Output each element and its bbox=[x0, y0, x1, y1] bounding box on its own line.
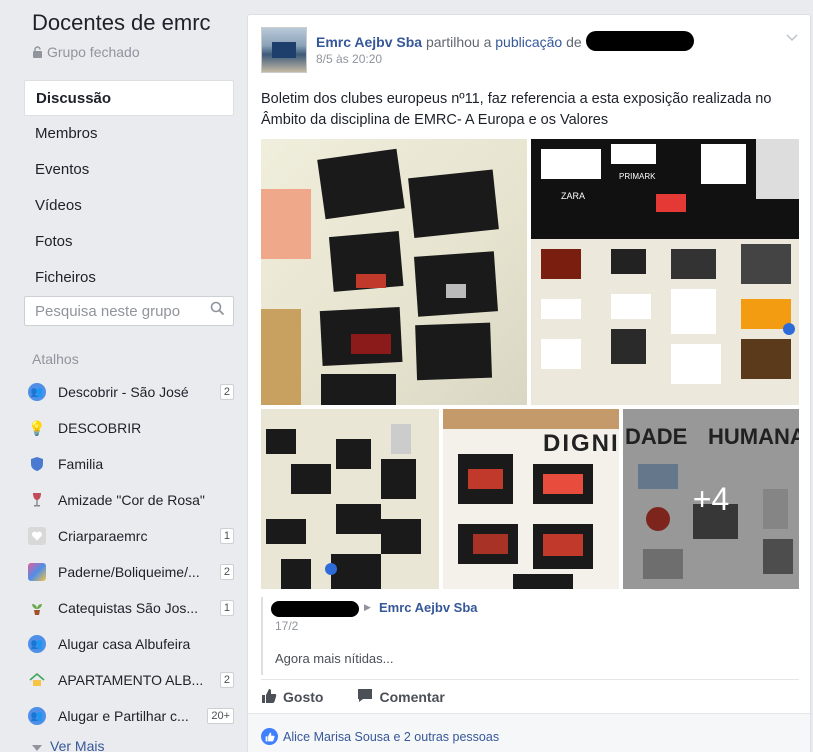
shortcut-label: APARTAMENTO ALB... bbox=[58, 672, 204, 688]
shared-author-name[interactable]: Emrc Aejbv Sba bbox=[379, 600, 478, 615]
post-photo[interactable] bbox=[261, 139, 527, 405]
thumbs-up-icon bbox=[261, 688, 277, 707]
shortcut-item[interactable]: 👥 Alugar casa Albufeira bbox=[24, 626, 234, 662]
post-header: Emrc Aejbv Sba partilhou a publicação de bbox=[316, 31, 694, 51]
photo-grid: PRIMARK ZARA DIGNI DADE HUMANA +4 bbox=[261, 139, 799, 589]
group-sidebar: Docentes de emrc Grupo fechado Discussão… bbox=[0, 0, 245, 752]
shortcut-item[interactable]: Amizade "Cor de Rosa" bbox=[24, 482, 234, 518]
see-more-label: Ver Mais bbox=[50, 738, 105, 752]
shortcut-label: Amizade "Cor de Rosa" bbox=[58, 492, 205, 508]
like-button[interactable]: Gosto bbox=[261, 687, 323, 707]
post-options-chevron-icon[interactable] bbox=[786, 29, 798, 47]
author-name[interactable]: Emrc Aejbv Sba bbox=[316, 34, 422, 50]
shortcuts-title: Atalhos bbox=[32, 351, 79, 367]
lightbulb-icon: 💡 bbox=[28, 419, 46, 436]
group-nav: Discussão Membros Eventos Vídeos Fotos F… bbox=[24, 80, 234, 296]
shortcut-label: Catequistas São Jos... bbox=[58, 600, 199, 616]
shortcut-item[interactable]: Catequistas São Jos... 1 bbox=[24, 590, 234, 626]
nav-item-discussion[interactable]: Discussão bbox=[24, 80, 234, 116]
shortcut-label: Descobrir - São José bbox=[58, 384, 189, 400]
search-input[interactable] bbox=[35, 302, 200, 320]
post-timestamp[interactable]: 8/5 às 20:20 bbox=[316, 52, 382, 66]
group-search bbox=[24, 296, 234, 326]
shortcut-badge: 1 bbox=[219, 600, 234, 616]
shortcut-badge: 2 bbox=[219, 384, 234, 400]
post-card: Emrc Aejbv Sba partilhou a publicação de… bbox=[247, 14, 811, 752]
more-photos-overlay[interactable]: +4 bbox=[623, 409, 799, 589]
shortcut-label: Alugar casa Albufeira bbox=[58, 636, 191, 652]
nav-item-videos[interactable]: Vídeos bbox=[24, 188, 234, 224]
post-photo[interactable]: DADE HUMANA +4 bbox=[623, 409, 799, 589]
shortcut-badge: 2 bbox=[219, 564, 234, 580]
nav-item-events[interactable]: Eventos bbox=[24, 152, 234, 188]
comment-button[interactable]: Comentar bbox=[357, 687, 445, 707]
wine-icon bbox=[28, 491, 46, 509]
post-footer: Alice Marisa Sousa e 2 outras pessoas bbox=[248, 713, 810, 752]
house-icon bbox=[28, 671, 46, 689]
shortcut-item[interactable]: APARTAMENTO ALB... 2 bbox=[24, 662, 234, 698]
shortcut-item[interactable]: Paderne/Boliqueime/... 2 bbox=[24, 554, 234, 590]
group-icon: 👥 bbox=[28, 635, 46, 653]
shield-icon bbox=[28, 455, 46, 473]
shortcut-badge: 1 bbox=[219, 528, 234, 544]
chevron-down-icon bbox=[32, 738, 42, 752]
shortcut-label: Alugar e Partilhar c... bbox=[58, 708, 189, 724]
publication-link[interactable]: publicação bbox=[495, 34, 562, 50]
photo-brand-zara: ZARA bbox=[561, 191, 585, 201]
author-avatar[interactable] bbox=[261, 27, 307, 73]
heart-icon bbox=[28, 527, 46, 545]
nav-item-members[interactable]: Membros bbox=[24, 116, 234, 152]
post-text: Boletim dos clubes europeus nº11, faz re… bbox=[261, 91, 772, 128]
shortcut-item[interactable]: 💡 DESCOBRIR bbox=[24, 410, 234, 446]
photo-word-digni: DIGNI bbox=[543, 430, 619, 457]
post-photo[interactable]: PRIMARK ZARA bbox=[531, 139, 799, 405]
redacted-name bbox=[585, 31, 694, 51]
nav-item-files[interactable]: Ficheiros bbox=[24, 260, 234, 296]
divider bbox=[261, 679, 799, 680]
shortcut-label: Criarparaemrc bbox=[58, 528, 148, 544]
shortcuts-list: 👥 Descobrir - São José 2 💡 DESCOBRIR Fam… bbox=[24, 374, 234, 734]
like-label: Gosto bbox=[283, 689, 324, 705]
comment-label: Comentar bbox=[379, 689, 445, 705]
shortcut-item[interactable]: 👥 Alugar e Partilhar c... 20+ bbox=[24, 698, 234, 734]
quote-line bbox=[261, 597, 263, 675]
likes-summary[interactable]: Alice Marisa Sousa e 2 outras pessoas bbox=[261, 728, 499, 745]
post-actions: Gosto Comentar bbox=[261, 687, 799, 707]
nav-item-photos[interactable]: Fotos bbox=[24, 224, 234, 260]
shortcut-label: Paderne/Boliqueime/... bbox=[58, 564, 200, 580]
redacted-name bbox=[271, 601, 359, 617]
shared-text: partilhou a bbox=[425, 34, 492, 50]
shortcut-item[interactable]: 👥 Descobrir - São José 2 bbox=[24, 374, 234, 410]
lock-icon bbox=[32, 46, 43, 58]
post-photo[interactable]: DIGNI bbox=[443, 409, 619, 589]
arrow-right-icon: ▶ bbox=[364, 602, 371, 612]
shortcut-label: DESCOBRIR bbox=[58, 420, 142, 436]
search-icon[interactable] bbox=[210, 301, 225, 321]
see-more-link[interactable]: Ver Mais bbox=[32, 738, 104, 752]
post-photo[interactable] bbox=[261, 409, 439, 589]
shortcut-item[interactable]: Familia bbox=[24, 446, 234, 482]
comment-icon bbox=[357, 688, 373, 706]
of-text: de bbox=[566, 34, 582, 50]
group-icon: 👥 bbox=[28, 707, 46, 725]
plant-icon bbox=[28, 599, 46, 617]
shared-date[interactable]: 17/2 bbox=[275, 619, 298, 633]
photo-brand-primark: PRIMARK bbox=[619, 172, 656, 181]
shortcut-badge: 20+ bbox=[207, 708, 234, 724]
shortcut-label: Familia bbox=[58, 456, 104, 472]
shared-text: Agora mais nítidas... bbox=[275, 651, 394, 666]
shortcut-item[interactable]: Criarparaemrc 1 bbox=[24, 518, 234, 554]
likes-text: Alice Marisa Sousa e 2 outras pessoas bbox=[283, 729, 500, 744]
shortcut-badge: 2 bbox=[219, 672, 234, 688]
group-icon: 👥 bbox=[28, 383, 46, 401]
group-privacy: Grupo fechado bbox=[32, 44, 140, 60]
group-privacy-label: Grupo fechado bbox=[47, 44, 140, 60]
photo-icon bbox=[28, 563, 46, 581]
group-title[interactable]: Docentes de emrc bbox=[32, 10, 211, 36]
like-reaction-icon bbox=[261, 728, 278, 745]
